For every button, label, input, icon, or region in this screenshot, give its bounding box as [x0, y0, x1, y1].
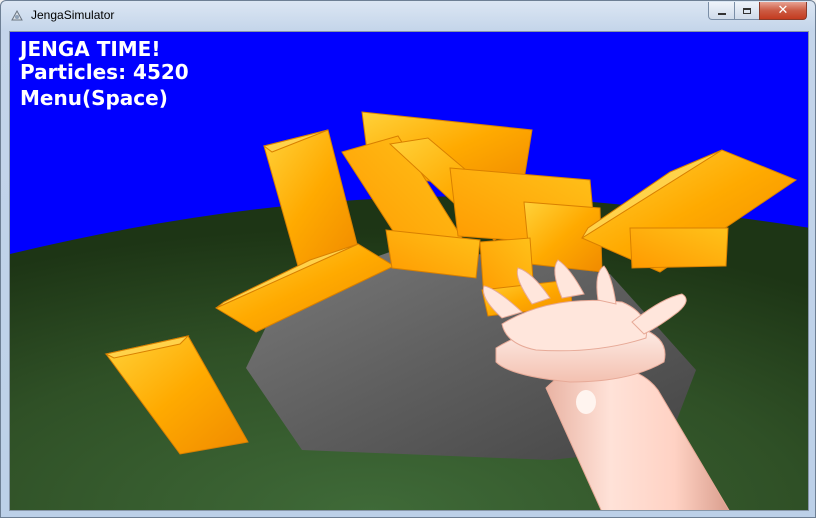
jenga-block — [629, 227, 729, 269]
menu-hint: Menu(Space) — [20, 86, 168, 110]
maximize-button[interactable] — [734, 2, 760, 20]
title-bar[interactable]: JengaSimulator ✕ — [1, 1, 815, 31]
close-button[interactable]: ✕ — [759, 2, 807, 20]
hud-title: JENGA TIME! — [20, 37, 161, 61]
close-icon: ✕ — [777, 2, 789, 18]
window-title: JengaSimulator — [31, 8, 115, 22]
minimize-icon — [717, 12, 726, 15]
hud-overlay: JENGA TIME! Particles: 4520 Menu(Space) — [20, 38, 189, 110]
game-viewport[interactable]: JENGA TIME! Particles: 4520 Menu(Space) — [9, 31, 809, 511]
app-window: JengaSimulator ✕ JENGA TIME! Particles: … — [0, 0, 816, 518]
app-icon — [11, 9, 23, 21]
minimize-button[interactable] — [708, 2, 735, 20]
forearm-highlight — [576, 390, 596, 414]
particle-counter: Particles: 4520 — [20, 60, 189, 84]
maximize-icon — [743, 7, 751, 14]
